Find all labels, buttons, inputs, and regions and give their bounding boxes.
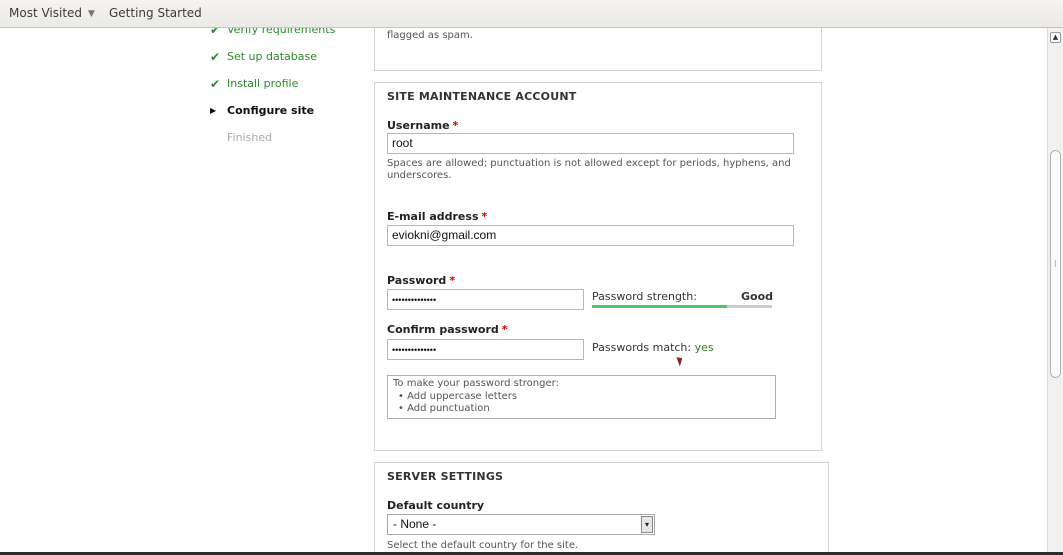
email-label: E-mail address * xyxy=(387,210,488,223)
dropdown-arrow-icon[interactable]: ▾ xyxy=(641,516,653,533)
play-arrow-icon: ▶ xyxy=(210,106,217,115)
default-country-select[interactable]: - None - ▾ xyxy=(387,514,655,535)
bookmark-most-visited-label: Most Visited xyxy=(9,6,83,20)
suggestion-item: • Add uppercase letters xyxy=(398,391,518,402)
username-input[interactable]: root xyxy=(387,133,794,154)
username-label: Username * xyxy=(387,119,459,132)
username-help-text: Spaces are allowed; punctuation is not a… xyxy=(387,158,791,181)
step-label: Configure site xyxy=(227,104,315,117)
step-label: Finished xyxy=(227,131,273,144)
scroll-up-icon[interactable]: ▲ xyxy=(1050,32,1061,43)
password-label: Password * xyxy=(387,274,456,287)
password-strength-fill xyxy=(592,305,727,308)
step-label: Set up database xyxy=(227,50,318,63)
passwords-match-status: Passwords match: yes xyxy=(592,341,714,354)
server-settings-fieldset: SERVER SETTINGS Default country - None -… xyxy=(374,462,829,552)
suggestion-item: • Add punctuation xyxy=(398,403,490,414)
password-strength-label: Password strength: xyxy=(592,290,697,303)
vertical-scrollbar[interactable]: ▲ xyxy=(1047,28,1063,552)
check-icon: ✔ xyxy=(210,77,221,91)
step-label: Verify requirements xyxy=(227,28,336,36)
chevron-down-icon: ▼ xyxy=(88,9,95,19)
bookmark-getting-started[interactable]: Getting Started xyxy=(109,6,202,20)
bookmarks-toolbar: Most Visited ▼ Getting Started xyxy=(0,0,1063,28)
fieldset-title: SERVER SETTINGS xyxy=(387,470,504,483)
bookmark-most-visited[interactable]: Most Visited ▼ xyxy=(9,6,95,20)
site-maintenance-account-fieldset: SITE MAINTENANCE ACCOUNT Username * root … xyxy=(374,82,822,451)
password-strength-bar xyxy=(592,305,772,308)
default-country-label: Default country xyxy=(387,499,485,512)
grip-icon xyxy=(1055,260,1058,267)
default-country-help: Select the default country for the site. xyxy=(387,540,579,551)
previous-fieldset: flagged as spam. xyxy=(374,28,822,71)
confirm-password-input[interactable]: •••••••••••••• xyxy=(387,339,584,360)
page-viewport: ✔ Verify requirements ✔ Set up database … xyxy=(0,28,1047,552)
suggestions-title: To make your password stronger: xyxy=(393,378,559,389)
check-icon: ✔ xyxy=(210,28,221,37)
password-strength-value: Good xyxy=(741,290,774,303)
password-input[interactable]: •••••••••••••• xyxy=(387,289,584,310)
check-icon: ✔ xyxy=(210,50,221,64)
scrollbar-thumb[interactable] xyxy=(1050,150,1061,378)
confirm-password-label: Confirm password * xyxy=(387,323,508,336)
email-input[interactable]: eviokni@gmail.com xyxy=(387,225,794,246)
step-label: Install profile xyxy=(227,77,299,90)
previous-fieldset-text: flagged as spam. xyxy=(387,30,473,41)
password-suggestions-box: To make your password stronger: • Add up… xyxy=(387,375,776,419)
select-value: - None - xyxy=(393,517,437,531)
fieldset-title: SITE MAINTENANCE ACCOUNT xyxy=(387,90,577,103)
